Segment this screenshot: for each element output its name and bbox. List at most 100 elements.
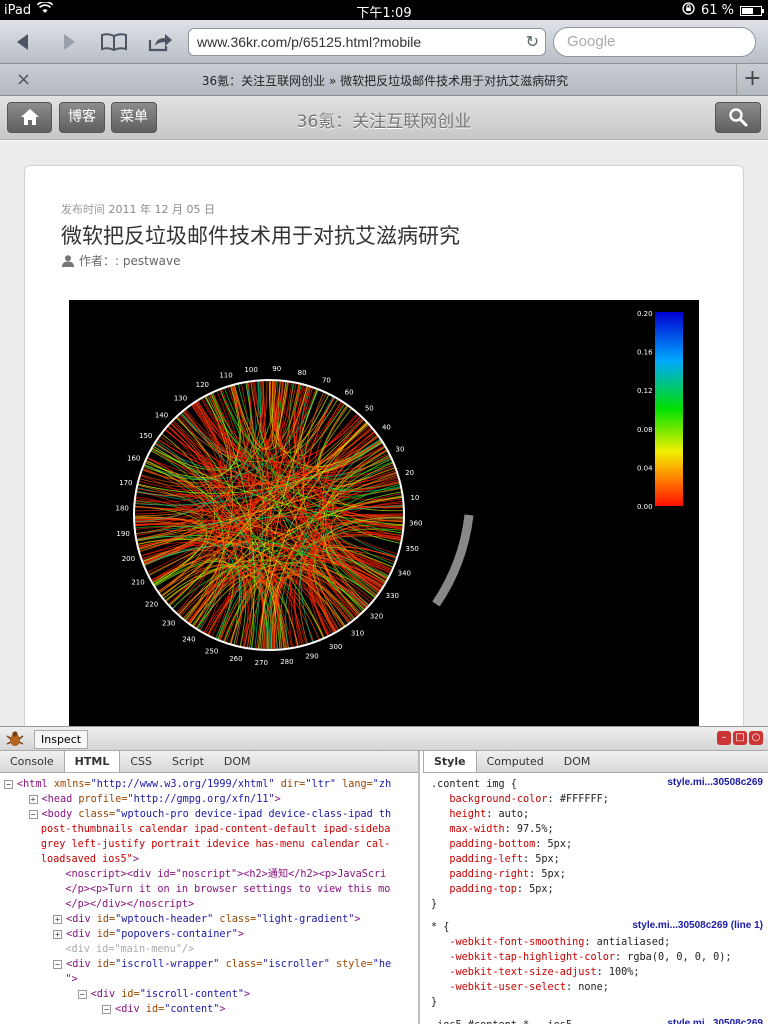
- rule-source-link[interactable]: style.mi...30508c269: [667, 777, 763, 788]
- angle-tick-label: 320: [370, 612, 383, 620]
- post-date-value: 2011 年 12 月 05 日: [108, 203, 215, 216]
- collapse-icon[interactable]: −: [77, 989, 87, 999]
- chord-lines: [133, 379, 405, 651]
- tab-html[interactable]: HTML: [63, 751, 121, 772]
- expand-icon[interactable]: +: [28, 794, 38, 804]
- angle-tick-label: 350: [406, 545, 419, 553]
- close-tab-icon[interactable]: ×: [16, 69, 31, 90]
- tab-dom[interactable]: DOM: [214, 751, 261, 772]
- html-node-line[interactable]: − <div id="iscroll-wrapper" class="iscrol…: [4, 957, 418, 972]
- angle-tick-label: 230: [162, 620, 175, 628]
- search-icon: [729, 108, 748, 127]
- scale-tick-label: 0.00: [637, 503, 653, 511]
- html-node-line[interactable]: + <div id="wptouch-header" class="light-g…: [4, 912, 418, 927]
- expand-icon[interactable]: +: [53, 929, 63, 939]
- angle-tick-label: 200: [122, 555, 135, 563]
- window-controls: – □ ○: [717, 731, 763, 745]
- html-node-line[interactable]: </p></div></noscript>: [4, 897, 418, 912]
- highlight-arc: [432, 514, 474, 607]
- firebug-icon[interactable]: [5, 730, 25, 748]
- angle-tick-label: 360: [409, 520, 422, 528]
- html-node-line[interactable]: <noscript><div id="noscript"><h2>通知</h2>…: [4, 867, 418, 882]
- collapse-icon[interactable]: −: [28, 809, 38, 819]
- author-name: 作者：: pestwave: [79, 254, 181, 268]
- expand-icon[interactable]: +: [53, 914, 63, 924]
- angle-tick-label: 40: [382, 424, 391, 432]
- inspector-toolbar: Inspect – □ ○: [0, 727, 768, 751]
- scale-tick-label: 0.16: [637, 349, 653, 357]
- user-icon: [62, 254, 74, 267]
- angle-tick-label: 70: [322, 377, 331, 385]
- html-node-line[interactable]: <div id="main-menu"/>: [4, 942, 418, 957]
- html-node-line[interactable]: grey left-justify portrait idevice has-m…: [4, 837, 418, 852]
- share-button[interactable]: [145, 28, 175, 54]
- browser-toolbar: www.36kr.com/p/65125.html?mobile ↻ Googl…: [0, 20, 768, 64]
- scale-tick-label: 0.08: [637, 426, 653, 434]
- article-figure[interactable]: 10 20 30 40 50 60 70 80 90 100 110 120 130 140 150 160 1…: [69, 300, 699, 726]
- angle-tick-label: 250: [205, 647, 218, 655]
- tab-bar: × 36氪：关注互联网创业 » 微软把反垃圾邮件技术用于对抗艾滋病研究 +: [0, 64, 768, 96]
- css-rule: .content img { background-color: #FFFFFF…: [431, 779, 609, 910]
- html-node-line[interactable]: − <div id="content">: [4, 1002, 418, 1017]
- html-node-line[interactable]: + <div id="popovers-container">: [4, 927, 418, 942]
- inspect-button[interactable]: Inspect: [34, 730, 89, 749]
- html-node-line[interactable]: loadsaved ios5">: [4, 852, 418, 867]
- forward-button[interactable]: [54, 28, 84, 54]
- new-tab-button[interactable]: +: [736, 64, 768, 96]
- angle-tick-label: 330: [386, 592, 399, 600]
- minimize-icon[interactable]: –: [717, 731, 731, 745]
- circular-network-graph: 10 20 30 40 50 60 70 80 90 100 110 120 130 140 150 160 1…: [116, 310, 683, 667]
- site-search-button[interactable]: [715, 102, 761, 133]
- angle-tick-label: 220: [145, 601, 158, 609]
- angle-tick-label: 190: [116, 530, 129, 538]
- tab-dom[interactable]: DOM: [554, 751, 601, 772]
- tab-computed[interactable]: Computed: [477, 751, 554, 772]
- post-date-prefix: 发布时间: [61, 203, 105, 216]
- address-bar[interactable]: www.36kr.com/p/65125.html?mobile ↻: [188, 28, 546, 56]
- angle-tick-label: 210: [131, 579, 144, 587]
- angle-tick-label: 270: [255, 659, 268, 667]
- post-title: 微软把反垃圾邮件技术用于对抗艾滋病研究: [61, 224, 460, 248]
- tab-title[interactable]: 36氪：关注互联网创业 » 微软把反垃圾邮件技术用于对抗艾滋病研究: [40, 72, 730, 89]
- html-node-line[interactable]: + <head profile="http://gmpg.org/xfn/11">: [4, 792, 418, 807]
- forward-arrow-icon: [64, 34, 75, 50]
- tab-script[interactable]: Script: [162, 751, 214, 772]
- tab-console[interactable]: Console: [0, 751, 64, 772]
- angle-tick-label: 80: [298, 369, 307, 377]
- collapse-icon[interactable]: −: [53, 959, 63, 969]
- angle-tick-label: 140: [155, 412, 168, 420]
- tab-style[interactable]: Style: [423, 751, 477, 772]
- close-icon[interactable]: ○: [749, 731, 763, 745]
- html-node-line[interactable]: − <html xmlns="http://www.w3.org/1999/xht…: [4, 777, 418, 792]
- maximize-icon[interactable]: □: [733, 731, 747, 745]
- angle-tick-label: 110: [219, 371, 232, 379]
- collapse-icon[interactable]: −: [102, 1004, 112, 1014]
- color-scale-bar: [655, 312, 683, 506]
- back-button[interactable]: [8, 28, 38, 54]
- scale-tick-label: 0.20: [637, 310, 653, 318]
- tab-css[interactable]: CSS: [120, 751, 162, 772]
- share-icon: [148, 34, 172, 52]
- angle-tick-label: 130: [174, 395, 187, 403]
- angle-tick-label: 90: [272, 365, 281, 373]
- html-node-line[interactable]: ">: [4, 972, 418, 987]
- search-field[interactable]: Google: [553, 27, 756, 57]
- angle-tick-label: 60: [345, 389, 354, 397]
- html-node-line[interactable]: − <body class="wptouch-pro device-ipad de…: [4, 807, 418, 822]
- html-tree[interactable]: − <html xmlns="http://www.w3.org/1999/xht…: [0, 773, 418, 1017]
- rule-source-link[interactable]: style.mi...30508c269: [667, 1018, 763, 1024]
- collapse-icon[interactable]: −: [4, 779, 13, 789]
- angle-tick-label: 280: [280, 658, 293, 666]
- scale-tick-label: 0.12: [637, 387, 653, 395]
- angle-tick-label: 170: [119, 479, 132, 487]
- post-author: 作者：: pestwave: [61, 252, 180, 269]
- html-node-line[interactable]: post-thumbnails calendar ipad-content-de…: [4, 822, 418, 837]
- angle-tick-label: 120: [196, 381, 209, 389]
- bookmarks-button[interactable]: [99, 28, 129, 54]
- reload-icon[interactable]: ↻: [526, 32, 539, 52]
- html-node-line[interactable]: − <div id="iscroll-content">: [4, 987, 418, 1002]
- angle-tick-label: 310: [351, 629, 364, 637]
- web-inspector: Inspect – □ ○ Console HTML CSS Script DOM − <…: [0, 726, 768, 1024]
- html-pane: Console HTML CSS Script DOM − <html xmlns="ht…: [0, 751, 420, 1024]
- html-node-line[interactable]: </p><p>Turn it on in browser settings to…: [4, 882, 418, 897]
